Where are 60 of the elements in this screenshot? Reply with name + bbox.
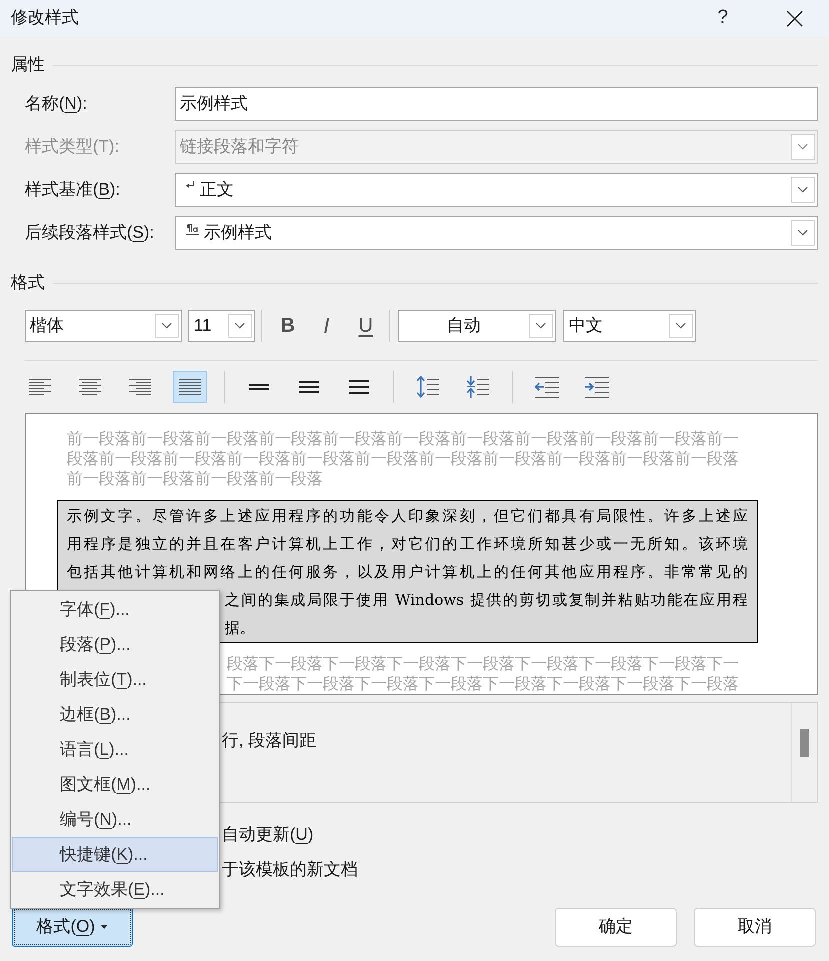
chevron-down-icon	[162, 323, 172, 329]
italic-button[interactable]: I	[310, 310, 344, 342]
chevron-down-icon	[235, 323, 245, 329]
menu-item[interactable]: 语言(L)...	[12, 732, 218, 767]
return-arrow-icon	[186, 181, 195, 189]
align-left-icon	[29, 379, 51, 395]
chevron-down-icon	[676, 323, 686, 329]
underline-button[interactable]: U	[349, 310, 383, 342]
font-dropdown[interactable]: 楷体	[25, 310, 182, 342]
pilcrow-icon	[186, 224, 199, 236]
section-heading: 属性	[11, 54, 45, 76]
text-field[interactable]: 示例样式	[175, 87, 818, 121]
sample-text: 示例文字。尽管许多上述应用程序的功能令人印象深刻，但它们都具有局限性。许多上述应 用程序是独立的并且在客户计算机上工作，对它们的工作环境所知甚少或一无所知。该环境 包括其他计算机和网络上的任何服务，以及用户计算机上的任何其他应用程序。非常常见的	[67, 506, 748, 583]
sample-text: 之间的集成局限于使用 Windows 提供的剪切或复制并粘贴功能在应用程 据。	[225, 590, 748, 639]
dropdown[interactable]: 正文	[175, 173, 818, 207]
spacing-decrease-icon	[467, 376, 489, 398]
line-spacing-icon	[349, 380, 369, 394]
preceding-paragraph-text: 前一段落前一段落前一段落前一段落前一段落前一段落前一段落前一段落前一段落前一段落前一 段落前一段落前一段落前一段落前一段落前一段落前一段落前一段落前一段落前一段落前一段落 前一段落前一段落前一段落前一段落	[67, 430, 739, 490]
section-heading: 格式	[11, 272, 45, 294]
dialog-button[interactable]: 确定	[555, 908, 677, 946]
format-menu-button[interactable]: 格式(O)	[12, 907, 133, 947]
chevron-down-icon	[798, 230, 808, 236]
caret-down-icon	[101, 925, 108, 929]
following-paragraph-text: 段落下一段落下一段落下一段落下一段落下一段落下一段落下一段落下一 下一段落下一段落下一段落下一段落下一段落下一段落下一段落下一段落	[227, 655, 739, 695]
align-justify-icon	[179, 379, 201, 395]
bold-button[interactable]: B	[271, 310, 305, 342]
chevron-down-icon	[798, 187, 808, 193]
dropdown[interactable]: 示例样式	[175, 216, 818, 250]
scrollbar-thumb[interactable]	[800, 729, 809, 757]
spacing-increase-icon	[417, 376, 439, 398]
field-label: 样式类型(T):	[25, 137, 120, 156]
menu-item[interactable]: 编号(N)...	[12, 802, 218, 837]
indent-decrease-icon	[535, 376, 559, 398]
option-label[interactable]: 于该模板的新文档	[222, 858, 358, 882]
align-button[interactable]	[173, 371, 207, 403]
menu-item[interactable]: 文字效果(E)...	[12, 872, 218, 907]
field-label: 名称(N):	[25, 94, 88, 113]
window-title: 修改样式	[11, 8, 79, 26]
description-text: 行, 段落间距	[222, 731, 316, 750]
dialog-button[interactable]: 取消	[694, 908, 816, 946]
align-right-icon	[129, 379, 151, 395]
option-label[interactable]: 自动更新(U)	[222, 823, 314, 847]
chevron-down-icon	[798, 144, 808, 150]
menu-item[interactable]: 边框(B)...	[12, 697, 218, 732]
align-center-icon	[79, 379, 101, 395]
menu-item[interactable]: 图文框(M)...	[12, 767, 218, 802]
font-color-dropdown[interactable]: 自动	[398, 310, 556, 342]
chevron-down-icon	[536, 323, 546, 329]
menu-item[interactable]: 字体(F)...	[12, 592, 218, 627]
language-dropdown[interactable]: 中文	[563, 310, 696, 342]
menu-item[interactable]: 快捷键(K)...	[12, 837, 218, 872]
field-label: 样式基准(B):	[25, 180, 120, 199]
help-button[interactable]: ?	[700, 2, 746, 34]
line-spacing-icon	[299, 380, 319, 394]
menu-item[interactable]: 制表位(T)...	[12, 662, 218, 697]
indent-increase-icon	[585, 376, 609, 398]
size-dropdown[interactable]: 11	[188, 310, 255, 342]
menu-item[interactable]: 段落(P)...	[12, 627, 218, 662]
close-icon	[787, 10, 803, 26]
field-label: 后续段落样式(S):	[25, 223, 154, 242]
